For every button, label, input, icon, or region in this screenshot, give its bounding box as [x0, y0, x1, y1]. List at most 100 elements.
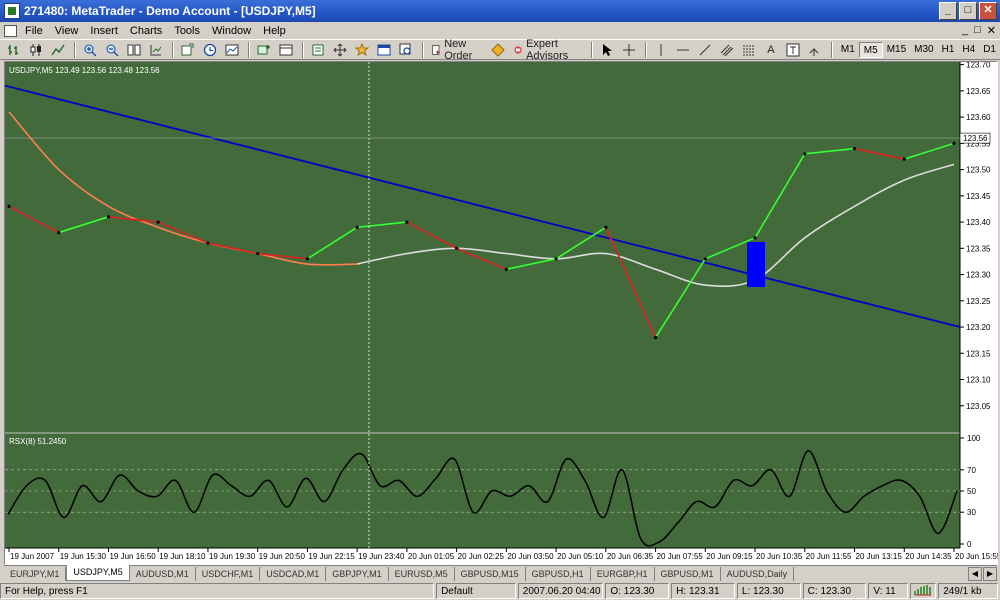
mdi-close-button[interactable]: ✕: [987, 24, 996, 37]
market-watch-icon: [279, 44, 293, 55]
arrows-tool-button[interactable]: [805, 41, 825, 59]
title-bar[interactable]: 271480: MetaTrader - Demo Account - [USD…: [0, 0, 1000, 22]
mdi-minimize-button[interactable]: _: [962, 24, 968, 37]
price-point: [504, 267, 508, 271]
channel-tool-button[interactable]: [717, 41, 737, 59]
menu-help[interactable]: Help: [257, 25, 292, 37]
horizontal-line-tool-button[interactable]: [673, 41, 693, 59]
price-pane[interactable]: [5, 62, 960, 432]
timeframe-h1-button[interactable]: H1: [938, 42, 959, 58]
price-tick-label: 123.70: [966, 62, 991, 70]
tab-gbpusd-m1[interactable]: GBPUSD,M1: [655, 567, 721, 581]
price-point: [305, 257, 310, 261]
time-tick-label: 19 Jun 18:10: [159, 552, 206, 561]
favorites-button[interactable]: [352, 41, 372, 59]
toolbar: New Order Expert Advisors A M1 M5 M15 M3…: [0, 37, 1000, 62]
document-icon[interactable]: [4, 24, 17, 37]
tab-gbpusd-h1[interactable]: GBPUSD,H1: [526, 567, 591, 581]
menu-insert[interactable]: Insert: [84, 25, 124, 37]
expert-advisors-button[interactable]: Expert Advisors: [510, 38, 585, 62]
timeframe-m1-button[interactable]: M1: [837, 42, 859, 58]
tab-scroll-right-icon[interactable]: ▶: [983, 567, 997, 581]
timeframe-h4-button[interactable]: H4: [958, 42, 979, 58]
tab-audusd-m1[interactable]: AUDUSD,M1: [130, 567, 196, 581]
market-watch-button[interactable]: [276, 41, 296, 59]
tab-eurjpy-m1[interactable]: EURJPY,M1: [4, 567, 67, 581]
timeframe-m15-button[interactable]: M15: [883, 42, 910, 58]
tab-usdchf-m1[interactable]: USDCHF,M1: [196, 567, 261, 581]
price-tick-label: 123.25: [966, 297, 991, 306]
bar-chart-button[interactable]: [4, 41, 24, 59]
maximize-button[interactable]: □: [959, 2, 977, 20]
timeframe-d1-button[interactable]: D1: [979, 42, 1000, 58]
new-order-button[interactable]: New Order: [428, 37, 486, 62]
fibonacci-tool-button[interactable]: [739, 41, 759, 59]
menu-charts[interactable]: Charts: [124, 25, 168, 37]
menu-file[interactable]: File: [19, 25, 49, 37]
new-order-label: New Order: [444, 37, 473, 62]
status-close: C: 123.30: [802, 583, 867, 599]
periods-button[interactable]: [200, 41, 220, 59]
candlestick-button[interactable]: [26, 41, 46, 59]
time-tick-label: 20 Jun 09:15: [706, 552, 753, 561]
profiles-button[interactable]: [254, 41, 274, 59]
price-point: [57, 230, 61, 235]
menu-window[interactable]: Window: [206, 25, 257, 37]
magnifier-icon: [399, 43, 411, 55]
zoom-out-button[interactable]: [102, 41, 122, 59]
timeframe-m5-button[interactable]: M5: [858, 41, 883, 58]
data-window-button[interactable]: [308, 41, 328, 59]
crosshair-tool-button[interactable]: [619, 41, 639, 59]
chart-window[interactable]: 123.70 123.65 123.60 123.55 123.50 123.45 123.…: [4, 61, 998, 565]
text-label-tool-button[interactable]: [783, 41, 803, 59]
tab-gbpjpy-m1[interactable]: GBPJPY,M1: [326, 567, 389, 581]
price-point: [7, 204, 11, 208]
auto-trading-button[interactable]: [488, 41, 508, 59]
tab-scroll-left-icon[interactable]: ◀: [968, 567, 982, 581]
tab-gbpusd-m15[interactable]: GBPUSD,M15: [455, 567, 526, 581]
tab-scroll-controls: ◀ ▶: [968, 567, 997, 581]
menu-view[interactable]: View: [49, 25, 85, 37]
mdi-restore-button[interactable]: □: [974, 24, 981, 37]
vertical-line-tool-button[interactable]: [651, 41, 671, 59]
vertical-line-icon: [660, 43, 662, 56]
clock-icon: [203, 43, 217, 56]
close-button[interactable]: ✕: [979, 2, 997, 20]
minimize-button[interactable]: _: [939, 2, 957, 20]
templates-button[interactable]: [222, 41, 242, 59]
menu-tools[interactable]: Tools: [168, 25, 206, 37]
menu-bar: File View Insert Charts Tools Window Hel…: [0, 22, 1000, 40]
tab-usdcad-m1[interactable]: USDCAD,M1: [260, 567, 327, 581]
profiles-icon: [257, 44, 270, 54]
terminal-button[interactable]: [374, 41, 394, 59]
price-tick-label: 123.05: [966, 402, 991, 411]
time-tick-label: 19 Jun 15:30: [60, 552, 107, 561]
status-traffic: 249/1 kb: [938, 583, 998, 599]
tab-eurusd-m5[interactable]: EURUSD,M5: [389, 567, 455, 581]
highlight-box[interactable]: [747, 242, 765, 287]
zoom-in-button[interactable]: [80, 41, 100, 59]
trendline-tool-button[interactable]: [695, 41, 715, 59]
tab-audusd-daily[interactable]: AUDUSD,Daily: [721, 567, 795, 581]
cursor-tool-button[interactable]: [597, 41, 617, 59]
tester-button[interactable]: [396, 41, 416, 59]
chart-header: USDJPY,M5 123.49 123.56 123.48 123.56: [9, 66, 160, 75]
indicators-button[interactable]: [178, 41, 198, 59]
new-order-icon: [432, 44, 440, 55]
status-volume: V: 11: [868, 583, 909, 599]
autoscroll-button[interactable]: [146, 41, 166, 59]
navigator-button[interactable]: [330, 41, 350, 59]
tab-eurgbp-h1[interactable]: EURGBP,H1: [591, 567, 655, 581]
text-tool-label: A: [767, 43, 775, 56]
price-chart-svg[interactable]: 123.70123.65123.60123.55123.50123.45123.…: [5, 62, 998, 565]
price-tick-label: 123.45: [966, 192, 991, 201]
mdi-controls: _ □ ✕: [962, 24, 996, 37]
price-point: [206, 241, 210, 245]
tile-windows-icon: [127, 44, 141, 55]
text-tool-button[interactable]: A: [761, 41, 781, 59]
tile-windows-button[interactable]: [124, 41, 144, 59]
timeframe-m30-button[interactable]: M30: [910, 42, 937, 58]
tab-usdjpy-m5[interactable]: USDJPY,M5: [66, 565, 130, 581]
line-chart-button[interactable]: [48, 41, 68, 59]
toolbar-separator: [172, 41, 174, 58]
